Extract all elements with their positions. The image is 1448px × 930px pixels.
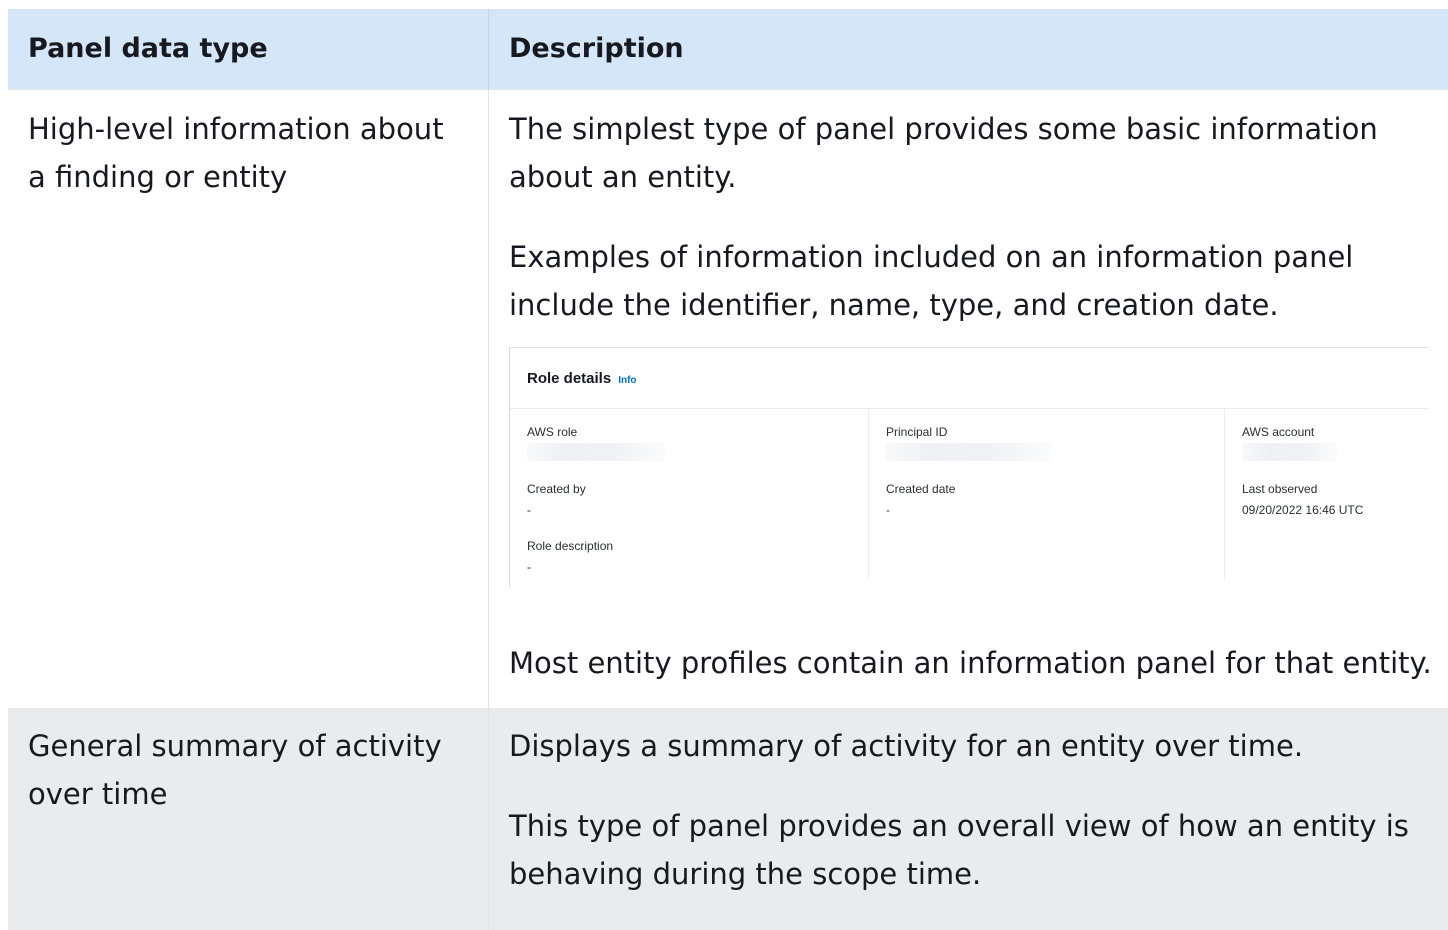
panel-types-table: Panel data type Description High-level i…: [8, 9, 1448, 930]
panel-column-2: Principal ID Created date -: [868, 409, 1242, 579]
panel-data-type-cell: High-level information about a finding o…: [8, 90, 489, 709]
field-created-date: Created date -: [886, 482, 955, 517]
column-header-panel-data-type: Panel data type: [8, 9, 489, 90]
info-link[interactable]: Info: [618, 375, 636, 386]
field-aws-account: AWS account: [1242, 425, 1337, 461]
panel-header: Role details Info: [510, 348, 1429, 409]
description-paragraph: The simplest type of panel provides some…: [509, 105, 1448, 201]
field-role-description: Role description -: [527, 539, 613, 574]
field-label: Created by: [527, 482, 586, 496]
field-label: Created date: [886, 482, 955, 496]
field-label: Last observed: [1242, 482, 1363, 496]
panel-data-type-cell: General summary of activity over time: [8, 708, 489, 930]
table-row: General summary of activity over time Di…: [8, 708, 1448, 930]
field-label: AWS role: [527, 425, 665, 439]
panel-title: Role details: [527, 370, 611, 387]
redacted-value: [527, 443, 665, 461]
field-label: Principal ID: [886, 425, 1051, 439]
panel-column-1: AWS role Created by - Role description -: [527, 409, 867, 579]
description-paragraph: Most entity profiles contain an informat…: [509, 639, 1448, 687]
role-details-panel-screenshot: Role details Info AWS role Created by -: [509, 347, 1429, 587]
field-value: -: [527, 560, 613, 574]
table-row: High-level information about a finding o…: [8, 90, 1448, 709]
description-paragraph: Examples of information included on an i…: [509, 233, 1448, 329]
column-header-description: Description: [489, 9, 1448, 90]
description-cell: The simplest type of panel provides some…: [489, 90, 1448, 709]
table-header-row: Panel data type Description: [8, 9, 1448, 90]
field-value: -: [886, 503, 955, 517]
panel-column-3: AWS account Last observed 09/20/2022 16:…: [1224, 409, 1447, 579]
field-label: Role description: [527, 539, 613, 553]
field-value: 09/20/2022 16:46 UTC: [1242, 503, 1363, 517]
field-aws-role: AWS role: [527, 425, 665, 461]
field-value: -: [527, 503, 586, 517]
field-label: AWS account: [1242, 425, 1337, 439]
field-created-by: Created by -: [527, 482, 586, 517]
description-paragraph: This type of panel provides an overall v…: [509, 802, 1448, 898]
panel-data-type-text: High-level information about a finding o…: [8, 90, 488, 201]
panel-body: AWS role Created by - Role description -: [510, 409, 1429, 588]
panel-data-type-text: General summary of activity over time: [8, 708, 488, 818]
description-cell: Displays a summary of activity for an en…: [489, 708, 1448, 930]
field-last-observed: Last observed 09/20/2022 16:46 UTC: [1242, 482, 1363, 517]
redacted-value: [1242, 443, 1337, 461]
redacted-value: [886, 443, 1051, 461]
description-paragraph: Displays a summary of activity for an en…: [509, 722, 1448, 770]
field-principal-id: Principal ID: [886, 425, 1051, 461]
